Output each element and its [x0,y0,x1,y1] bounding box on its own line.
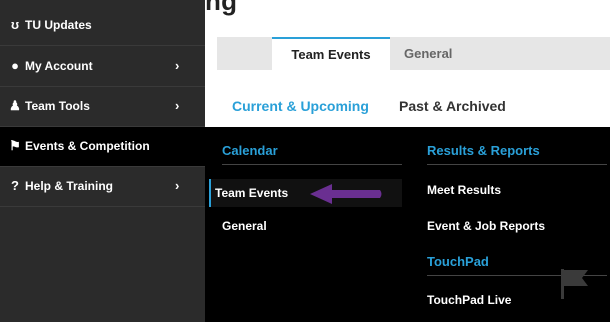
sidebar-item-events-competition[interactable]: ⚑ Events & Competition [0,127,205,167]
menu-link-general[interactable]: General [222,219,267,233]
subtab-past-archived[interactable]: Past & Archived [399,98,506,114]
sidebar-item-label: My Account [25,59,93,73]
events-mega-menu: Calendar Team Events General Results & R… [205,127,610,322]
team-icon: ♟ [9,98,21,113]
menu-heading-results-reports: Results & Reports [427,135,607,165]
page-heading-text: ng [205,0,238,16]
sidebar-item-help-training[interactable]: ? Help & Training › [0,167,205,207]
tu-updates-icon: ʊ [10,17,20,32]
sidebar-item-label: TU Updates [25,18,92,32]
sidebar-item-my-account[interactable]: ● My Account › [0,47,205,87]
flag-watermark-icon [561,269,588,299]
tab-team-events[interactable]: Team Events [272,37,390,70]
sidebar-item-label: Events & Competition [25,139,150,153]
pointer-arrow-icon [310,184,382,204]
tab-general[interactable]: General [404,37,452,70]
sidebar-item-team-tools[interactable]: ♟ Team Tools › [0,87,205,127]
menu-link-event-job-reports[interactable]: Event & Job Reports [427,219,545,233]
menu-link-meet-results[interactable]: Meet Results [427,183,501,197]
account-icon: ● [11,58,19,73]
subtab-current-upcoming[interactable]: Current & Upcoming [232,98,369,114]
sidebar-item-label: Help & Training [25,179,114,193]
chevron-right-icon: › [175,58,180,73]
sidebar-item-tu-updates[interactable]: ʊ TU Updates [0,6,205,46]
event-tabs: Team Events General [217,37,610,70]
chevron-right-icon: › [175,98,180,113]
page-heading-fragment: ng [205,0,610,22]
menu-link-touchpad-live[interactable]: TouchPad Live [427,293,511,307]
help-icon: ? [11,178,19,193]
flag-icon: ⚑ [9,138,21,153]
menu-heading-calendar: Calendar [222,135,402,165]
sidebar-item-label: Team Tools [25,99,90,113]
chevron-right-icon: › [175,178,180,193]
sidebar: ʊ TU Updates ● My Account › ♟ Team Tools… [0,0,205,322]
